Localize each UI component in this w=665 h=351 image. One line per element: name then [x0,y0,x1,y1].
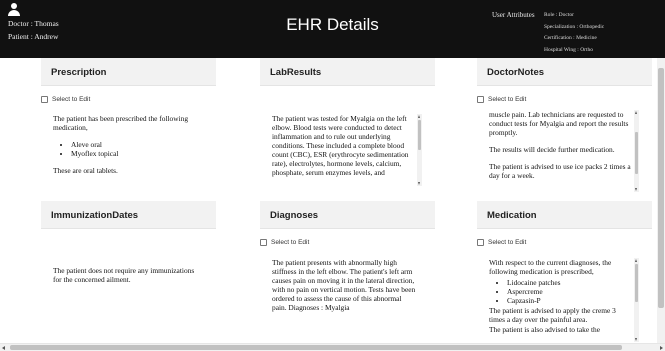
list-item: Lidocaine patches [507,278,633,287]
diagnoses-panel: Diagnoses Select to Edit The patient pre… [260,201,435,340]
medication-content[interactable]: With respect to the current diagnoses, t… [489,258,639,342]
select-to-edit-label: Select to Edit [271,238,310,246]
medication-text: The patient is advised to apply the crem… [489,306,616,324]
diagnoses-content[interactable]: The patient presents with abnormally hig… [272,258,422,340]
doctor-notes-edit-checkbox[interactable] [477,95,484,103]
scroll-up-icon[interactable] [635,259,637,262]
app-header: Doctor : Thomas Patient : Andrew EHR Det… [0,0,665,58]
prescription-intro: The patient has been prescribed the foll… [53,114,189,132]
medication-edit-checkbox[interactable] [477,238,484,246]
medication-panel: Medication Select to Edit With respect t… [477,201,652,342]
prescription-outro: These are oral tablets. [53,166,118,175]
select-to-edit-label: Select to Edit [488,95,527,103]
select-to-edit-label: Select to Edit [488,238,527,246]
prescription-edit-checkbox[interactable] [41,95,48,103]
doctor-notes-content[interactable]: muscle pain. Lab technicians are request… [489,110,639,192]
user-attributes-label: User Attributes [492,11,535,19]
lab-results-panel: LabResults The patient was tested for My… [260,58,435,186]
doctor-notes-text: The results will decide further medicati… [489,145,615,154]
lab-results-content[interactable]: The patient was tested for Myalgia on th… [272,114,422,186]
panel-title: Diagnoses [260,201,435,229]
immunization-content[interactable]: The patient does not require any immuniz… [53,266,203,340]
attr-specialization: Specialization : Orthopedic [544,23,605,30]
panel-title: LabResults [260,58,435,86]
panel-title: Prescription [41,58,216,86]
doctor-notes-panel: DoctorNotes Select to Edit muscle pain. … [477,58,652,192]
list-item: Aspercreme [507,287,633,296]
scrollbar-thumb[interactable] [418,120,421,150]
diagnoses-text: The patient presents with abnormally hig… [272,258,416,312]
panel-title: DoctorNotes [477,58,652,86]
scroll-up-icon[interactable] [418,115,420,118]
doctor-notes-text: muscle pain. Lab technicians are request… [489,110,629,137]
medication-list: Lidocaine patches Aspercreme Capzasin-P [499,278,633,305]
scroll-down-icon[interactable] [635,338,637,341]
scrollbar-thumb[interactable] [635,264,638,302]
prescription-list: Aleve oral Myoflex topical [63,140,197,158]
user-attributes-list: Role : Doctor Specialization : Orthopedi… [544,10,604,56]
attr-certification: Certification : Medicine [544,35,597,41]
scroll-right-icon[interactable] [660,345,663,350]
list-item: Myoflex topical [71,149,197,158]
scrollbar-thumb[interactable] [635,132,638,174]
list-item: Aleve oral [71,140,197,149]
scroll-down-icon[interactable] [635,188,637,191]
page-vertical-scrollbar[interactable] [657,58,665,343]
attr-hospital-wing: Hospital Wing : Ortho [544,46,594,53]
prescription-content[interactable]: The patient has been prescribed the foll… [53,114,203,188]
medication-intro: With respect to the current diagnoses, t… [489,258,612,276]
scroll-up-icon[interactable] [635,111,637,114]
prescription-panel: Prescription Select to Edit The patient … [41,58,216,188]
scroll-down-icon[interactable] [418,182,420,185]
page-horizontal-scrollbar[interactable] [0,343,665,351]
medication-text: The patient is also advised to take the [489,325,601,334]
medication-scrollbar[interactable] [634,258,639,342]
diagnoses-edit-checkbox[interactable] [260,238,267,246]
immunization-panel: ImmunizationDates The patient does not r… [41,201,216,340]
scrollbar-thumb[interactable] [10,345,622,350]
panel-title: ImmunizationDates [41,201,216,229]
scrollbar-thumb[interactable] [658,68,664,308]
list-item: Capzasin-P [507,296,633,305]
select-to-edit-label: Select to Edit [52,95,91,103]
immunization-text: The patient does not require any immuniz… [53,266,195,284]
scroll-left-icon[interactable] [2,345,5,350]
attr-role: Role : Doctor [544,12,574,18]
panels-area: Prescription Select to Edit The patient … [0,58,665,343]
lab-results-scrollbar[interactable] [417,114,422,186]
doctor-notes-scrollbar[interactable] [634,110,639,192]
panel-title: Medication [477,201,652,229]
doctor-notes-text: The patient is advised to use ice packs … [489,162,631,180]
lab-results-text: The patient was tested for Myalgia on th… [272,114,409,177]
